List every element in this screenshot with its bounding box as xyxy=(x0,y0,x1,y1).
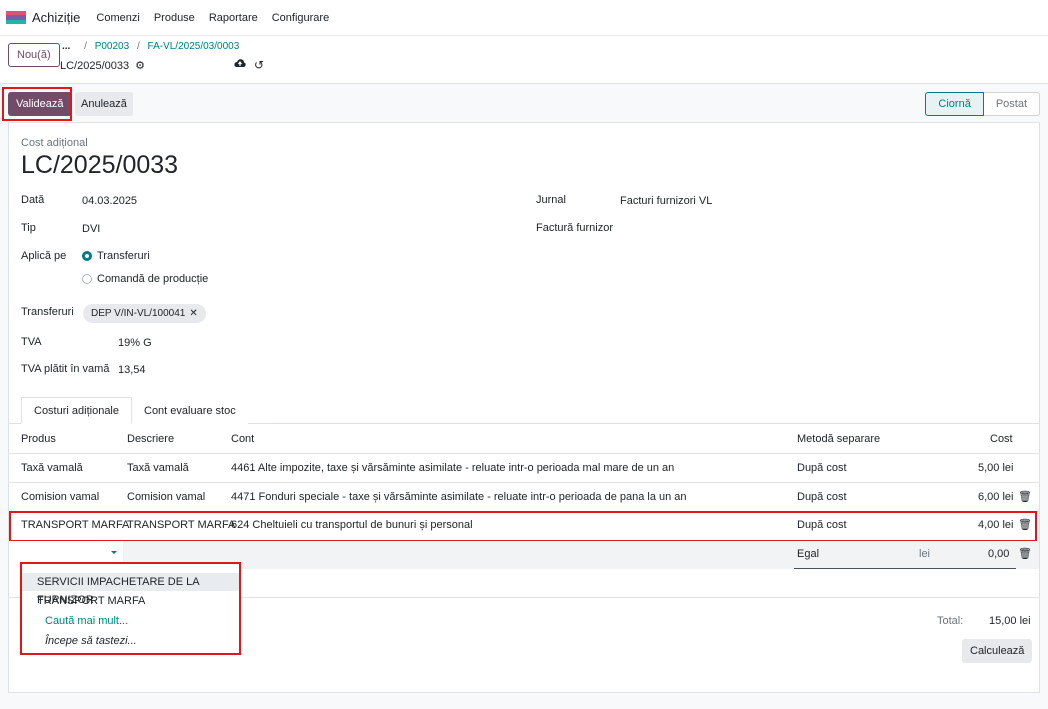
total-label: Total: xyxy=(937,615,964,627)
purchase-app-icon[interactable] xyxy=(6,10,26,25)
tab-stock-valuation[interactable]: Cont evaluare stoc xyxy=(132,397,248,424)
nav-item-configurare[interactable]: Configurare xyxy=(272,12,329,24)
gear-icon[interactable]: ⚙ xyxy=(135,59,145,72)
new-button[interactable]: Nou(ă) xyxy=(8,43,60,67)
calculate-button[interactable]: Calculează xyxy=(962,639,1033,663)
transfer-tag[interactable]: DEP V/IN-VL/100041 ✕ xyxy=(83,304,206,323)
transfers-label: Transferuri xyxy=(21,306,74,318)
nav-item-raportare[interactable]: Raportare xyxy=(209,12,258,24)
radio-transfers[interactable] xyxy=(82,251,92,261)
breadcrumb: ... / P00203 / FA-VL/2025/03/0003 xyxy=(62,41,240,52)
row1-split-method[interactable]: După cost xyxy=(797,462,847,474)
record-title: LC/2025/0033 ⚙ xyxy=(60,59,145,73)
radio-production-order-label[interactable]: Comandă de producție xyxy=(97,273,208,285)
tab-additional-costs[interactable]: Costuri adiționale xyxy=(21,397,132,424)
new-row-currency: lei xyxy=(919,548,931,560)
record-name: LC/2025/0033 xyxy=(60,59,130,72)
customs-vat-label: TVA plătit în vamă xyxy=(21,363,110,375)
row3-highlight xyxy=(9,511,1037,542)
undo-icon[interactable]: ↺ xyxy=(254,58,264,72)
breadcrumb-item-order[interactable]: P00203 xyxy=(95,41,129,52)
transfer-tag-label: DEP V/IN-VL/100041 xyxy=(91,308,186,319)
total-value: 15,00 lei xyxy=(989,615,1031,627)
row2-trash-icon[interactable]: 🗑 xyxy=(1018,490,1032,503)
cancel-button[interactable]: Anulează xyxy=(75,92,133,116)
radio-transfers-label[interactable]: Transferuri xyxy=(97,250,150,262)
date-label: Dată xyxy=(21,194,45,206)
row2-split-method[interactable]: După cost xyxy=(797,491,847,503)
new-row-split-method[interactable]: Egal xyxy=(797,548,819,560)
dropdown-search-more[interactable]: Caută mai mult... xyxy=(45,615,128,627)
row1-description[interactable]: Taxă vamală xyxy=(127,462,189,474)
new-row-cost[interactable]: 0,00 xyxy=(988,548,1009,560)
control-panel: Nou(ă) ... / P00203 / FA-VL/2025/03/0003… xyxy=(0,36,1048,84)
col-header-product[interactable]: Produs xyxy=(21,433,56,445)
app-name[interactable]: Achiziție xyxy=(32,10,80,25)
stage-draft[interactable]: Ciornă xyxy=(925,92,984,116)
row1-product[interactable]: Taxă vamală xyxy=(21,462,83,474)
stage-posted[interactable]: Postat xyxy=(983,92,1040,116)
dropdown-item-packaging-services[interactable]: SERVICII IMPACHETARE DE LA FURNIZOR xyxy=(22,573,239,606)
validate-button-highlight xyxy=(2,87,72,121)
row2-account[interactable]: 4471 Fonduri speciale - taxe și vărsămin… xyxy=(231,491,687,503)
dropdown-item-transport[interactable]: TRANSPORT MARFA xyxy=(37,595,145,607)
chevron-down-icon[interactable] xyxy=(111,551,117,554)
nav-item-comenzi[interactable]: Comenzi xyxy=(96,12,139,24)
journal-field[interactable]: Facturi furnizori VL xyxy=(620,195,712,207)
vat-label: TVA xyxy=(21,336,42,348)
row2-cost[interactable]: 6,00 lei xyxy=(978,491,1013,503)
date-field[interactable]: 04.03.2025 xyxy=(82,195,137,207)
product-autocomplete-dropdown: SERVICII IMPACHETARE DE LA FURNIZOR TRAN… xyxy=(20,562,241,655)
nav-item-produse[interactable]: Produse xyxy=(154,12,195,24)
row1-cost[interactable]: 5,00 lei xyxy=(978,462,1013,474)
apply-on-label: Aplică pe xyxy=(21,250,67,262)
cloud-save-icon[interactable] xyxy=(234,58,246,72)
type-field[interactable]: DVI xyxy=(82,223,100,235)
form-title: LC/2025/0033 xyxy=(21,151,179,179)
vat-field[interactable]: 19% G xyxy=(118,337,152,349)
form-statusbar: Validează Anulează Ciornă Postat xyxy=(0,84,1048,121)
dropdown-start-typing: Începe să tastezi... xyxy=(45,635,137,647)
col-header-account[interactable]: Cont xyxy=(231,433,254,445)
col-header-split-method[interactable]: Metodă separare xyxy=(797,433,880,445)
breadcrumb-more[interactable]: ... xyxy=(62,41,70,52)
close-icon[interactable]: ✕ xyxy=(189,308,197,319)
type-label: Tip xyxy=(21,222,36,234)
journal-label: Jurnal xyxy=(536,194,566,206)
breadcrumb-item-invoice[interactable]: FA-VL/2025/03/0003 xyxy=(148,41,240,52)
vendor-bill-label: Factură furnizor xyxy=(536,222,614,234)
col-header-cost[interactable]: Cost xyxy=(990,433,1013,445)
form-subtitle: Cost adițional xyxy=(21,137,88,149)
new-row-trash-icon[interactable]: 🗑 xyxy=(1018,547,1032,560)
customs-vat-field[interactable]: 13,54 xyxy=(118,364,146,376)
row1-account[interactable]: 4461 Alte impozite, taxe și vărsăminte a… xyxy=(231,462,674,474)
status-stages: Ciornă Postat xyxy=(925,92,1040,116)
radio-production-order[interactable] xyxy=(82,274,92,284)
notebook-tabs: Costuri adiționale Cont evaluare stoc xyxy=(21,397,248,424)
row2-product[interactable]: Comision vamal xyxy=(21,491,99,503)
top-navbar: Achiziție Comenzi Produse Raportare Conf… xyxy=(0,0,1048,36)
col-header-description[interactable]: Descriere xyxy=(127,433,174,445)
row2-description[interactable]: Comision vamal xyxy=(127,491,205,503)
